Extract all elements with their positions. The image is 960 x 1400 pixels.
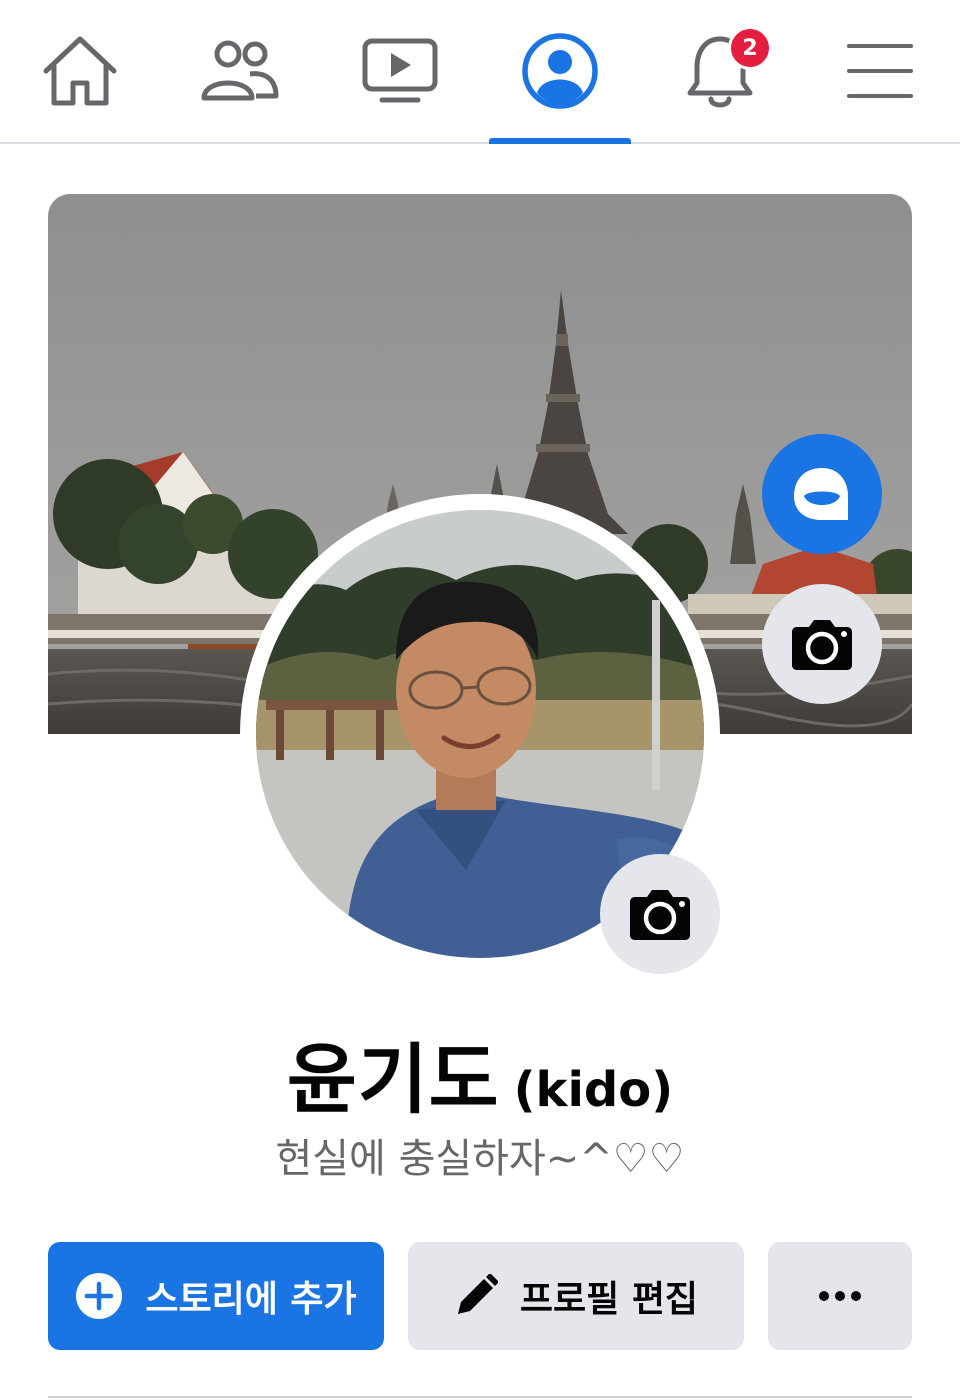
pencil-icon: [454, 1274, 498, 1318]
watch-icon: [362, 38, 438, 103]
edit-profile-label: 프로필 편집: [519, 1279, 699, 1320]
section-divider: [48, 1396, 912, 1398]
plus-circle-icon: [75, 1272, 123, 1320]
more-dots-icon: [819, 1291, 861, 1301]
notification-count-badge: 2: [728, 26, 772, 70]
nav-home-tab[interactable]: [10, 0, 150, 142]
nav-friends-tab[interactable]: [170, 0, 310, 142]
profile-icon: [522, 33, 598, 109]
nav-profile-tab[interactable]: [490, 0, 630, 142]
avatar-creator-button[interactable]: [762, 434, 882, 554]
profile-name-alternate: (kido): [513, 1062, 674, 1118]
add-to-story-label: 스토리에 추가: [145, 1279, 357, 1320]
camera-icon: [630, 890, 690, 940]
friends-icon: [201, 40, 279, 101]
edit-cover-photo-button[interactable]: [762, 584, 882, 704]
avatar-icon: [794, 468, 848, 520]
nav-notifications-tab[interactable]: [650, 0, 790, 142]
edit-profile-picture-button[interactable]: [600, 854, 720, 974]
profile-bio: 현실에 충실하자~^♡♡: [275, 1136, 685, 1182]
more-options-button[interactable]: [768, 1242, 912, 1350]
camera-icon: [792, 620, 852, 670]
nav-watch-tab[interactable]: [330, 0, 470, 142]
profile-name-primary: 윤기도: [286, 1035, 500, 1124]
edit-profile-button[interactable]: 프로필 편집: [408, 1242, 744, 1350]
active-tab-indicator: [489, 138, 631, 144]
home-icon: [43, 36, 117, 106]
profile-name: 윤기도 (kido): [0, 1018, 960, 1128]
menu-icon: [847, 44, 913, 98]
nav-menu-tab[interactable]: [810, 0, 950, 142]
top-navigation-bar: 2: [0, 0, 960, 144]
add-to-story-button[interactable]: 스토리에 추가: [48, 1242, 384, 1350]
